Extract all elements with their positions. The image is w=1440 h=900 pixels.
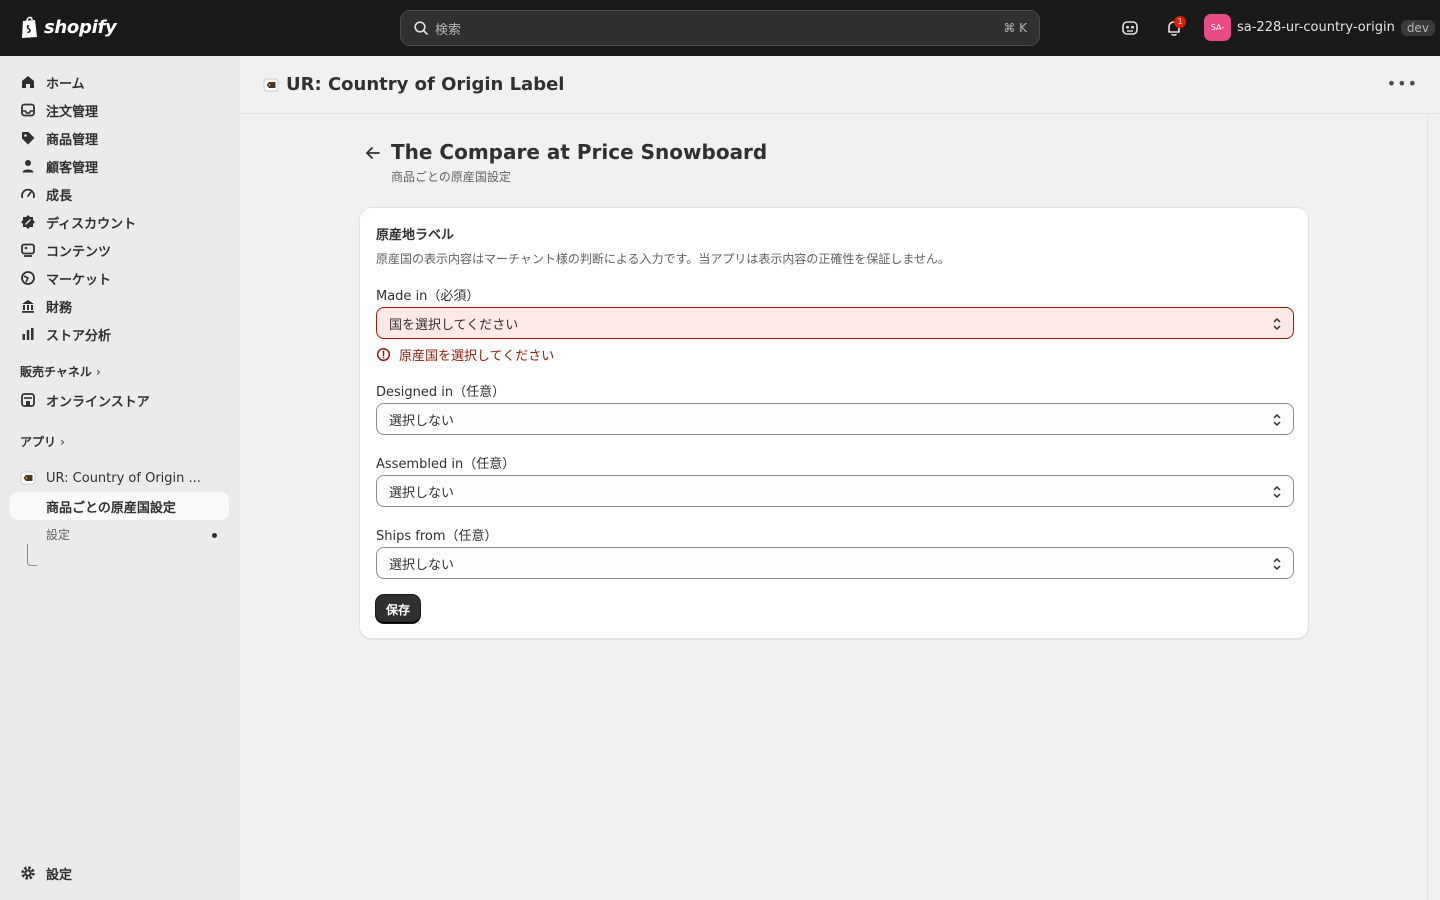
store-avatar: SA- bbox=[1204, 14, 1231, 41]
sidebar-item-label: 財務 bbox=[46, 300, 73, 316]
chart-icon bbox=[22, 328, 34, 340]
select-chevron-icon bbox=[1273, 557, 1281, 571]
gauge-icon bbox=[21, 188, 35, 199]
discount-icon bbox=[21, 215, 35, 229]
app-title-text: UR: Country of Origin Label bbox=[286, 74, 565, 95]
sidebar-item-label: オンラインストア bbox=[46, 394, 150, 410]
sidebar-subitem-settings[interactable]: 設定 bbox=[10, 520, 229, 548]
sidebar-item-settings[interactable]: 設定 bbox=[10, 859, 229, 887]
globe-icon bbox=[21, 271, 35, 285]
card-description: 原産国の表示内容はマーチャント様の判断による入力です。当アプリは表示内容の正確性… bbox=[376, 252, 950, 266]
chevron-right-icon: › bbox=[95, 364, 101, 379]
sidebar-subitem-label: 設定 bbox=[46, 527, 71, 542]
sidebar-item-label: 設定 bbox=[46, 867, 73, 883]
search-input[interactable]: 検索 ⌘ K bbox=[400, 10, 1040, 46]
sidebar-item-label: 商品管理 bbox=[46, 132, 99, 148]
sidebar-item-analytics[interactable]: ストア分析 bbox=[10, 320, 229, 348]
sidebar-item-markets[interactable]: マーケット bbox=[10, 264, 229, 292]
made-in-label: Made in（必須） bbox=[376, 289, 480, 304]
sidebar-item-label: 成長 bbox=[46, 188, 73, 204]
page-subtitle: 商品ごとの原産国設定 bbox=[391, 170, 511, 184]
store-icon bbox=[21, 393, 35, 407]
gear-icon bbox=[21, 866, 35, 880]
sidebar-item-customers[interactable]: 顧客管理 bbox=[10, 152, 229, 180]
content-icon bbox=[21, 243, 35, 257]
scroll-edge bbox=[1427, 114, 1428, 900]
apps-heading[interactable]: アプリ › bbox=[20, 433, 65, 450]
sidebar-item-label: コンテンツ bbox=[46, 244, 112, 260]
inbox-icon bbox=[21, 103, 35, 117]
sidebar-item-discounts[interactable]: ディスカウント bbox=[10, 208, 229, 236]
designed-in-value: 選択しない bbox=[389, 413, 455, 429]
sales-channels-heading[interactable]: 販売チャネル › bbox=[20, 363, 101, 380]
person-icon bbox=[22, 160, 34, 173]
tag-icon bbox=[22, 132, 35, 145]
app-header: UR: Country of Origin Label ••• bbox=[240, 56, 1440, 114]
alert-circle-icon bbox=[376, 347, 391, 362]
sidebar-item-growth[interactable]: 成長 bbox=[10, 180, 229, 208]
select-chevron-icon bbox=[1273, 413, 1281, 427]
sidebar-item-orders[interactable]: 注文管理 bbox=[10, 96, 229, 124]
page-title: The Compare at Price Snowboard bbox=[391, 140, 768, 164]
ships-from-label: Ships from（任意） bbox=[376, 529, 498, 544]
sidebar-item-home[interactable]: ホーム bbox=[10, 68, 229, 96]
assembled-in-label: Assembled in（任意） bbox=[376, 457, 516, 472]
more-actions-button[interactable]: ••• bbox=[1387, 74, 1418, 93]
made-in-select[interactable]: 国を選択してください bbox=[376, 307, 1294, 339]
sidebar-item-label: ホーム bbox=[46, 76, 85, 92]
notification-badge: 1 bbox=[1174, 16, 1186, 28]
made-in-error: 原産国を選択してください bbox=[376, 345, 554, 364]
sidebar-item-app[interactable]: UR: Country of Origin ... bbox=[10, 464, 229, 492]
sidebar: ホーム 注文管理 商品管理 顧客管理 成長 ディスカウント コンテンツ マーケッ… bbox=[0, 56, 240, 900]
sidebar-item-finance[interactable]: 財務 bbox=[10, 292, 229, 320]
sidebar-subitem-label: 商品ごとの原産国設定 bbox=[46, 500, 176, 516]
search-icon bbox=[414, 21, 428, 35]
error-text: 原産国を選択してください bbox=[399, 349, 555, 364]
shopify-logo[interactable]: shopify bbox=[20, 15, 117, 39]
bank-icon bbox=[22, 300, 34, 313]
made-in-value: 国を選択してください bbox=[389, 317, 519, 333]
designed-in-label: Designed in（任意） bbox=[376, 385, 506, 400]
sidebar-item-label: ディスカウント bbox=[46, 216, 137, 232]
store-name: sa-228-ur-country-origin bbox=[1237, 20, 1395, 35]
select-chevron-icon bbox=[1273, 485, 1281, 499]
origin-label-card: 原産地ラベル 原産国の表示内容はマーチャント様の判断による入力です。当アプリは表… bbox=[359, 207, 1309, 639]
store-menu[interactable]: SA- sa-228-ur-country-origin dev bbox=[1204, 14, 1435, 41]
logo-text: shopify bbox=[44, 16, 117, 38]
app-title: UR: Country of Origin Label bbox=[262, 74, 564, 95]
app-tag-icon bbox=[20, 471, 36, 485]
sidebar-item-label: UR: Country of Origin ... bbox=[46, 470, 201, 486]
ships-from-value: 選択しない bbox=[389, 557, 455, 573]
sidebar-item-label: 注文管理 bbox=[46, 104, 99, 120]
card-title: 原産地ラベル bbox=[376, 228, 455, 243]
sidebar-item-label: マーケット bbox=[46, 272, 112, 288]
dev-badge: dev bbox=[1400, 19, 1435, 36]
sidebar-item-label: ストア分析 bbox=[46, 328, 112, 344]
sidebar-subitem-product-origin[interactable]: 商品ごとの原産国設定 bbox=[10, 492, 229, 520]
sidebar-item-products[interactable]: 商品管理 bbox=[10, 124, 229, 152]
save-button[interactable]: 保存 bbox=[376, 595, 421, 623]
search-placeholder: 検索 bbox=[435, 22, 462, 38]
main-content: UR: Country of Origin Label ••• The Comp… bbox=[240, 56, 1440, 900]
sidebar-item-online-store[interactable]: オンラインストア bbox=[10, 386, 229, 414]
assembled-in-value: 選択しない bbox=[389, 485, 455, 501]
sidekick-icon[interactable] bbox=[1120, 18, 1140, 38]
top-bar: shopify 検索 ⌘ K 1 SA- sa-228-ur-country-o… bbox=[0, 0, 1440, 56]
app-tag-icon bbox=[263, 78, 279, 91]
sidebar-item-label: 顧客管理 bbox=[46, 160, 99, 176]
assembled-in-select[interactable]: 選択しない bbox=[376, 475, 1294, 507]
search-shortcut: ⌘ K bbox=[1003, 21, 1027, 35]
apps-label: アプリ bbox=[20, 435, 57, 449]
back-arrow-icon[interactable] bbox=[362, 142, 384, 164]
designed-in-select[interactable]: 選択しない bbox=[376, 403, 1294, 435]
home-icon bbox=[22, 76, 34, 88]
chevron-right-icon: › bbox=[60, 434, 65, 449]
select-chevron-icon bbox=[1273, 317, 1281, 331]
ships-from-select[interactable]: 選択しない bbox=[376, 547, 1294, 579]
sidebar-item-content[interactable]: コンテンツ bbox=[10, 236, 229, 264]
shopify-bag-icon bbox=[22, 16, 37, 38]
sales-channels-label: 販売チャネル bbox=[20, 365, 92, 379]
